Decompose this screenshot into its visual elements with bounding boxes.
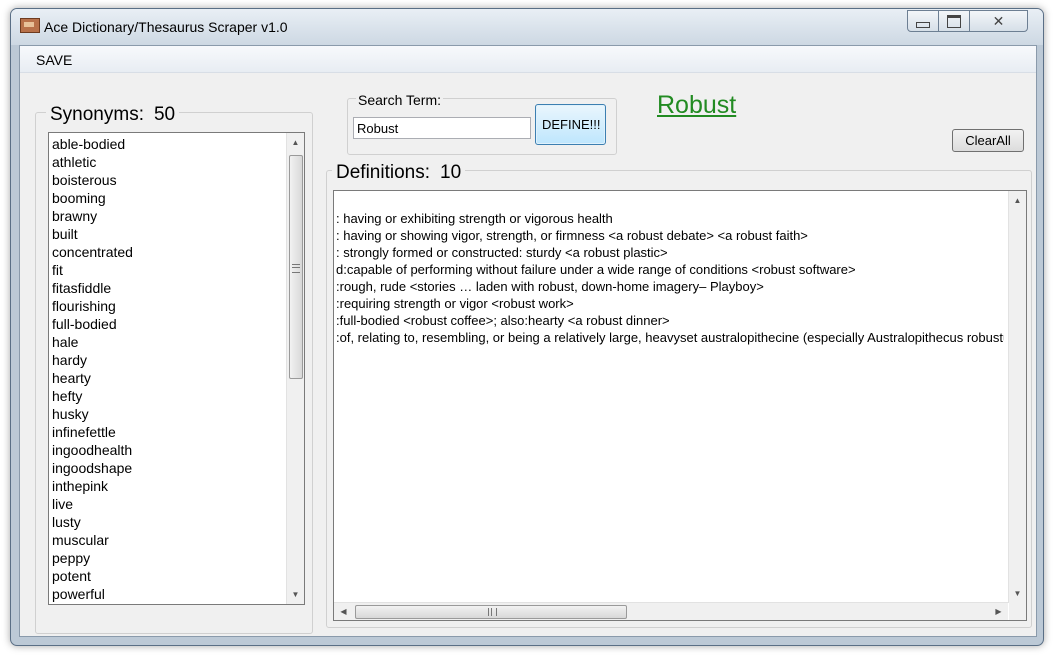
scroll-up-arrow-icon[interactable]: ▲ [1009, 192, 1026, 209]
close-icon: ✕ [992, 12, 1005, 29]
definitions-count: 10 [440, 162, 462, 183]
synonym-list-item[interactable]: potent [52, 567, 280, 585]
clear-all-button[interactable]: ClearAll [952, 129, 1024, 152]
definitions-textbox[interactable]: : having or exhibiting strength or vigor… [333, 190, 1027, 621]
synonym-list-item[interactable]: powerful [52, 585, 280, 603]
synonym-list-item[interactable]: ingoodshape [52, 459, 280, 477]
synonym-list-item[interactable]: husky [52, 405, 280, 423]
synonym-list-item[interactable]: built [52, 225, 280, 243]
synonym-list-item[interactable]: fit [52, 261, 280, 279]
synonym-list-item[interactable]: brawny [52, 207, 280, 225]
definition-line: :of, relating to, resembling, or being a… [336, 330, 1004, 345]
synonyms-vertical-scrollbar[interactable]: ▲ ▼ [286, 133, 304, 604]
definitions-horizontal-scrollbar[interactable]: ◀ ▶ [334, 602, 1008, 620]
app-icon [20, 18, 40, 33]
window-title: Ace Dictionary/Thesaurus Scraper v1.0 [44, 19, 288, 35]
synonym-list-item[interactable]: muscular [52, 531, 280, 549]
definitions-header: Definitions: 10 [332, 162, 466, 184]
synonyms-label: Synonyms: [50, 104, 144, 125]
client-area: SAVE Synonyms: 50 able-bodied athletic bois… [19, 45, 1037, 637]
definitions-text: : having or exhibiting strength or vigor… [336, 210, 1004, 346]
definition-line: d:capable of performing without failure … [336, 262, 856, 277]
synonyms-list: able-bodied athletic boisterous booming braw… [52, 135, 280, 603]
synonyms-header: Synonyms: 50 [46, 104, 180, 126]
minimize-icon [916, 22, 930, 28]
synonym-list-item[interactable]: concentrated [52, 243, 280, 261]
scroll-up-arrow-icon[interactable]: ▲ [287, 134, 304, 151]
maximize-icon [947, 14, 961, 28]
title-bar[interactable]: Ace Dictionary/Thesaurus Scraper v1.0 ✕ [11, 9, 1043, 45]
search-input[interactable] [353, 117, 531, 139]
grip-icon [292, 264, 300, 273]
synonym-list-item[interactable]: booming [52, 189, 280, 207]
definition-line: :full-bodied <robust coffee>; also:heart… [336, 313, 670, 328]
horizontal-scrollbar-thumb[interactable] [355, 605, 627, 619]
close-button[interactable]: ✕ [969, 10, 1028, 32]
scrollbar-thumb[interactable] [289, 155, 303, 379]
scrollbar-corner [1009, 603, 1026, 620]
scroll-left-arrow-icon[interactable]: ◀ [335, 603, 352, 620]
definition-line: : having or exhibiting strength or vigor… [336, 211, 613, 226]
synonyms-listbox[interactable]: able-bodied athletic boisterous booming braw… [48, 132, 305, 605]
maximize-button[interactable] [938, 10, 970, 32]
synonym-list-item[interactable]: hearty [52, 369, 280, 387]
menu-save[interactable]: SAVE [36, 52, 72, 68]
synonym-list-item[interactable]: infinefettle [52, 423, 280, 441]
define-button[interactable]: DEFINE!!! [535, 104, 606, 145]
definition-line: :requiring strength or vigor <robust wor… [336, 296, 574, 311]
synonym-list-item[interactable]: ingoodhealth [52, 441, 280, 459]
grip-icon [488, 608, 497, 616]
synonym-list-item[interactable]: hefty [52, 387, 280, 405]
synonym-list-item[interactable]: able-bodied [52, 135, 280, 153]
synonym-list-item[interactable]: peppy [52, 549, 280, 567]
synonyms-count: 50 [153, 104, 176, 125]
app-window: Ace Dictionary/Thesaurus Scraper v1.0 ✕ … [10, 8, 1044, 646]
word-link[interactable]: Robust [657, 91, 736, 120]
synonym-list-item[interactable]: inthepink [52, 477, 280, 495]
synonym-list-item[interactable]: boisterous [52, 171, 280, 189]
synonym-list-item[interactable]: athletic [52, 153, 280, 171]
synonym-list-item[interactable]: hardy [52, 351, 280, 369]
synonym-list-item[interactable]: lusty [52, 513, 280, 531]
definition-line: :rough, rude <stories … laden with robus… [336, 279, 764, 294]
search-term-label: Search Term: [356, 92, 443, 108]
synonym-list-item[interactable]: live [52, 495, 280, 513]
synonym-list-item[interactable]: hale [52, 333, 280, 351]
definitions-label: Definitions: [336, 162, 430, 183]
scroll-down-arrow-icon[interactable]: ▼ [1009, 585, 1026, 602]
scroll-right-arrow-icon[interactable]: ▶ [990, 603, 1007, 620]
synonym-list-item[interactable]: full-bodied [52, 315, 280, 333]
synonym-list-item[interactable]: fitasfiddle [52, 279, 280, 297]
minimize-button[interactable] [907, 10, 939, 32]
synonym-list-item[interactable]: flourishing [52, 297, 280, 315]
menu-bar: SAVE [20, 46, 1036, 73]
definitions-vertical-scrollbar[interactable]: ▲ ▼ [1008, 191, 1026, 603]
scroll-down-arrow-icon[interactable]: ▼ [287, 586, 304, 603]
definition-line: : having or showing vigor, strength, or … [336, 228, 808, 243]
definition-line: : strongly formed or constructed: sturdy… [336, 245, 668, 260]
